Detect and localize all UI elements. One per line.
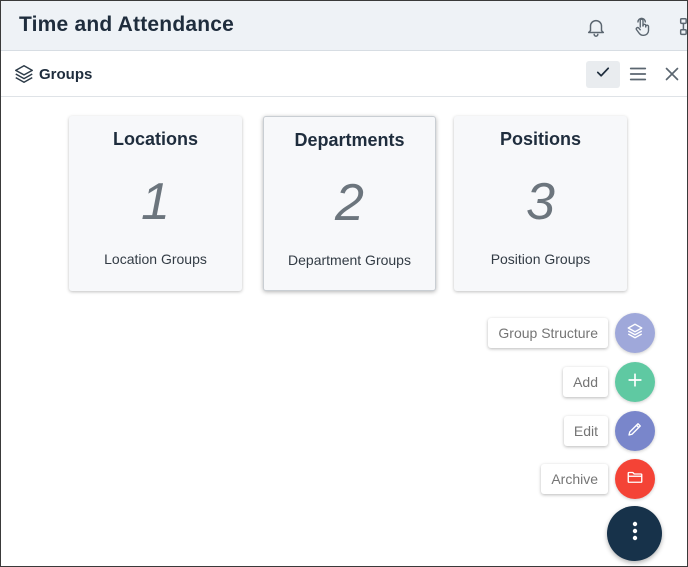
add-button[interactable] — [615, 362, 655, 402]
bell-icon[interactable] — [585, 16, 607, 38]
select-mode-button[interactable] — [586, 61, 620, 88]
app-window: Time and Attendance Groups Locations 1 L… — [0, 0, 688, 567]
plus-icon — [625, 370, 645, 395]
card-title: Positions — [499, 129, 581, 149]
menu-icon[interactable] — [627, 63, 649, 85]
card-subtitle: Position Groups — [490, 251, 591, 267]
close-icon[interactable] — [661, 63, 683, 85]
touch-icon[interactable] — [632, 16, 654, 38]
folder-icon — [626, 468, 644, 491]
archive-button[interactable] — [615, 459, 655, 499]
check-icon — [594, 63, 612, 86]
card-count: 2 — [335, 174, 364, 232]
app-title: Time and Attendance — [19, 13, 235, 36]
layers-icon — [13, 63, 35, 85]
more-actions-button[interactable] — [607, 506, 662, 561]
edit-button[interactable] — [615, 411, 655, 451]
card-positions[interactable]: Positions 3 Position Groups — [454, 116, 627, 291]
card-departments[interactable]: Departments 2 Department Groups — [263, 116, 436, 291]
archive-label[interactable]: Archive — [541, 464, 608, 494]
card-title: Departments — [294, 130, 405, 150]
layers-icon — [626, 322, 644, 345]
card-subtitle: Location Groups — [104, 251, 207, 267]
card-locations[interactable]: Locations 1 Location Groups — [69, 116, 242, 291]
app-header: Time and Attendance — [1, 1, 687, 51]
more-vertical-icon — [623, 519, 647, 548]
group-structure-button[interactable] — [615, 313, 655, 353]
card-count: 3 — [526, 173, 555, 231]
groups-toolbar: Groups — [1, 52, 687, 97]
edit-label[interactable]: Edit — [563, 416, 608, 446]
card-title: Locations — [112, 129, 198, 149]
card-subtitle: Department Groups — [288, 252, 411, 268]
card-count: 1 — [141, 173, 170, 231]
pencil-icon — [626, 420, 644, 443]
add-label[interactable]: Add — [563, 367, 608, 397]
group-structure-label[interactable]: Group Structure — [488, 318, 608, 348]
page-title: Groups — [39, 66, 93, 83]
org-icon[interactable] — [677, 16, 687, 38]
